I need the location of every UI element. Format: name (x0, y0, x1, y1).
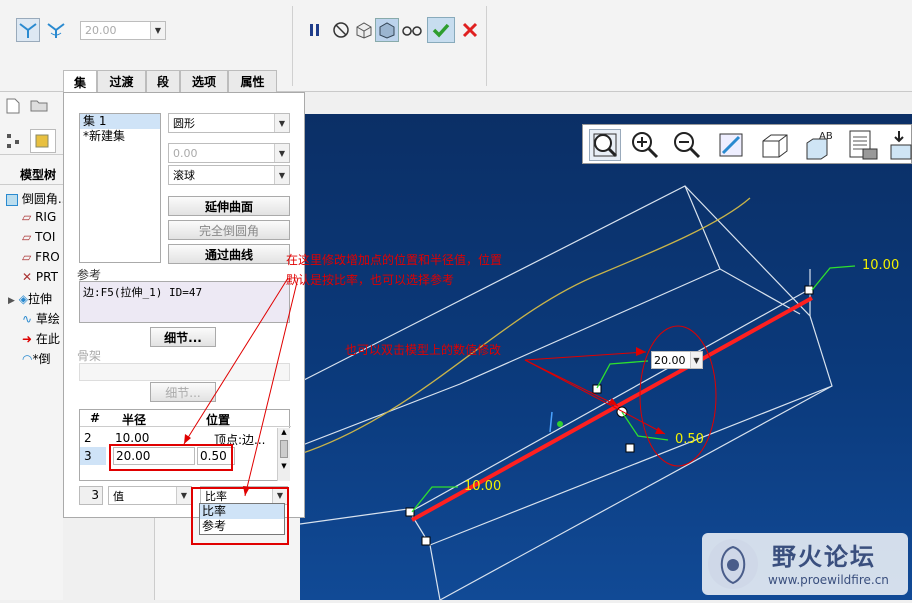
annotation-text-3: 也可以双击模型上的数值修改 (345, 343, 502, 357)
watermark-url: www.proewildfire.cn (768, 573, 889, 587)
watermark: 野火论坛 www.proewildfire.cn (702, 533, 908, 595)
annotation-text-1: 在这里修改增加点的位置和半径值，位置 (286, 253, 503, 267)
annotation-arrows (183, 277, 299, 497)
watermark-logo-icon (708, 539, 758, 589)
annotation-text-2: 默认是按比率，也可以选择参考 (286, 273, 455, 287)
watermark-title: 野火论坛 (772, 543, 876, 571)
